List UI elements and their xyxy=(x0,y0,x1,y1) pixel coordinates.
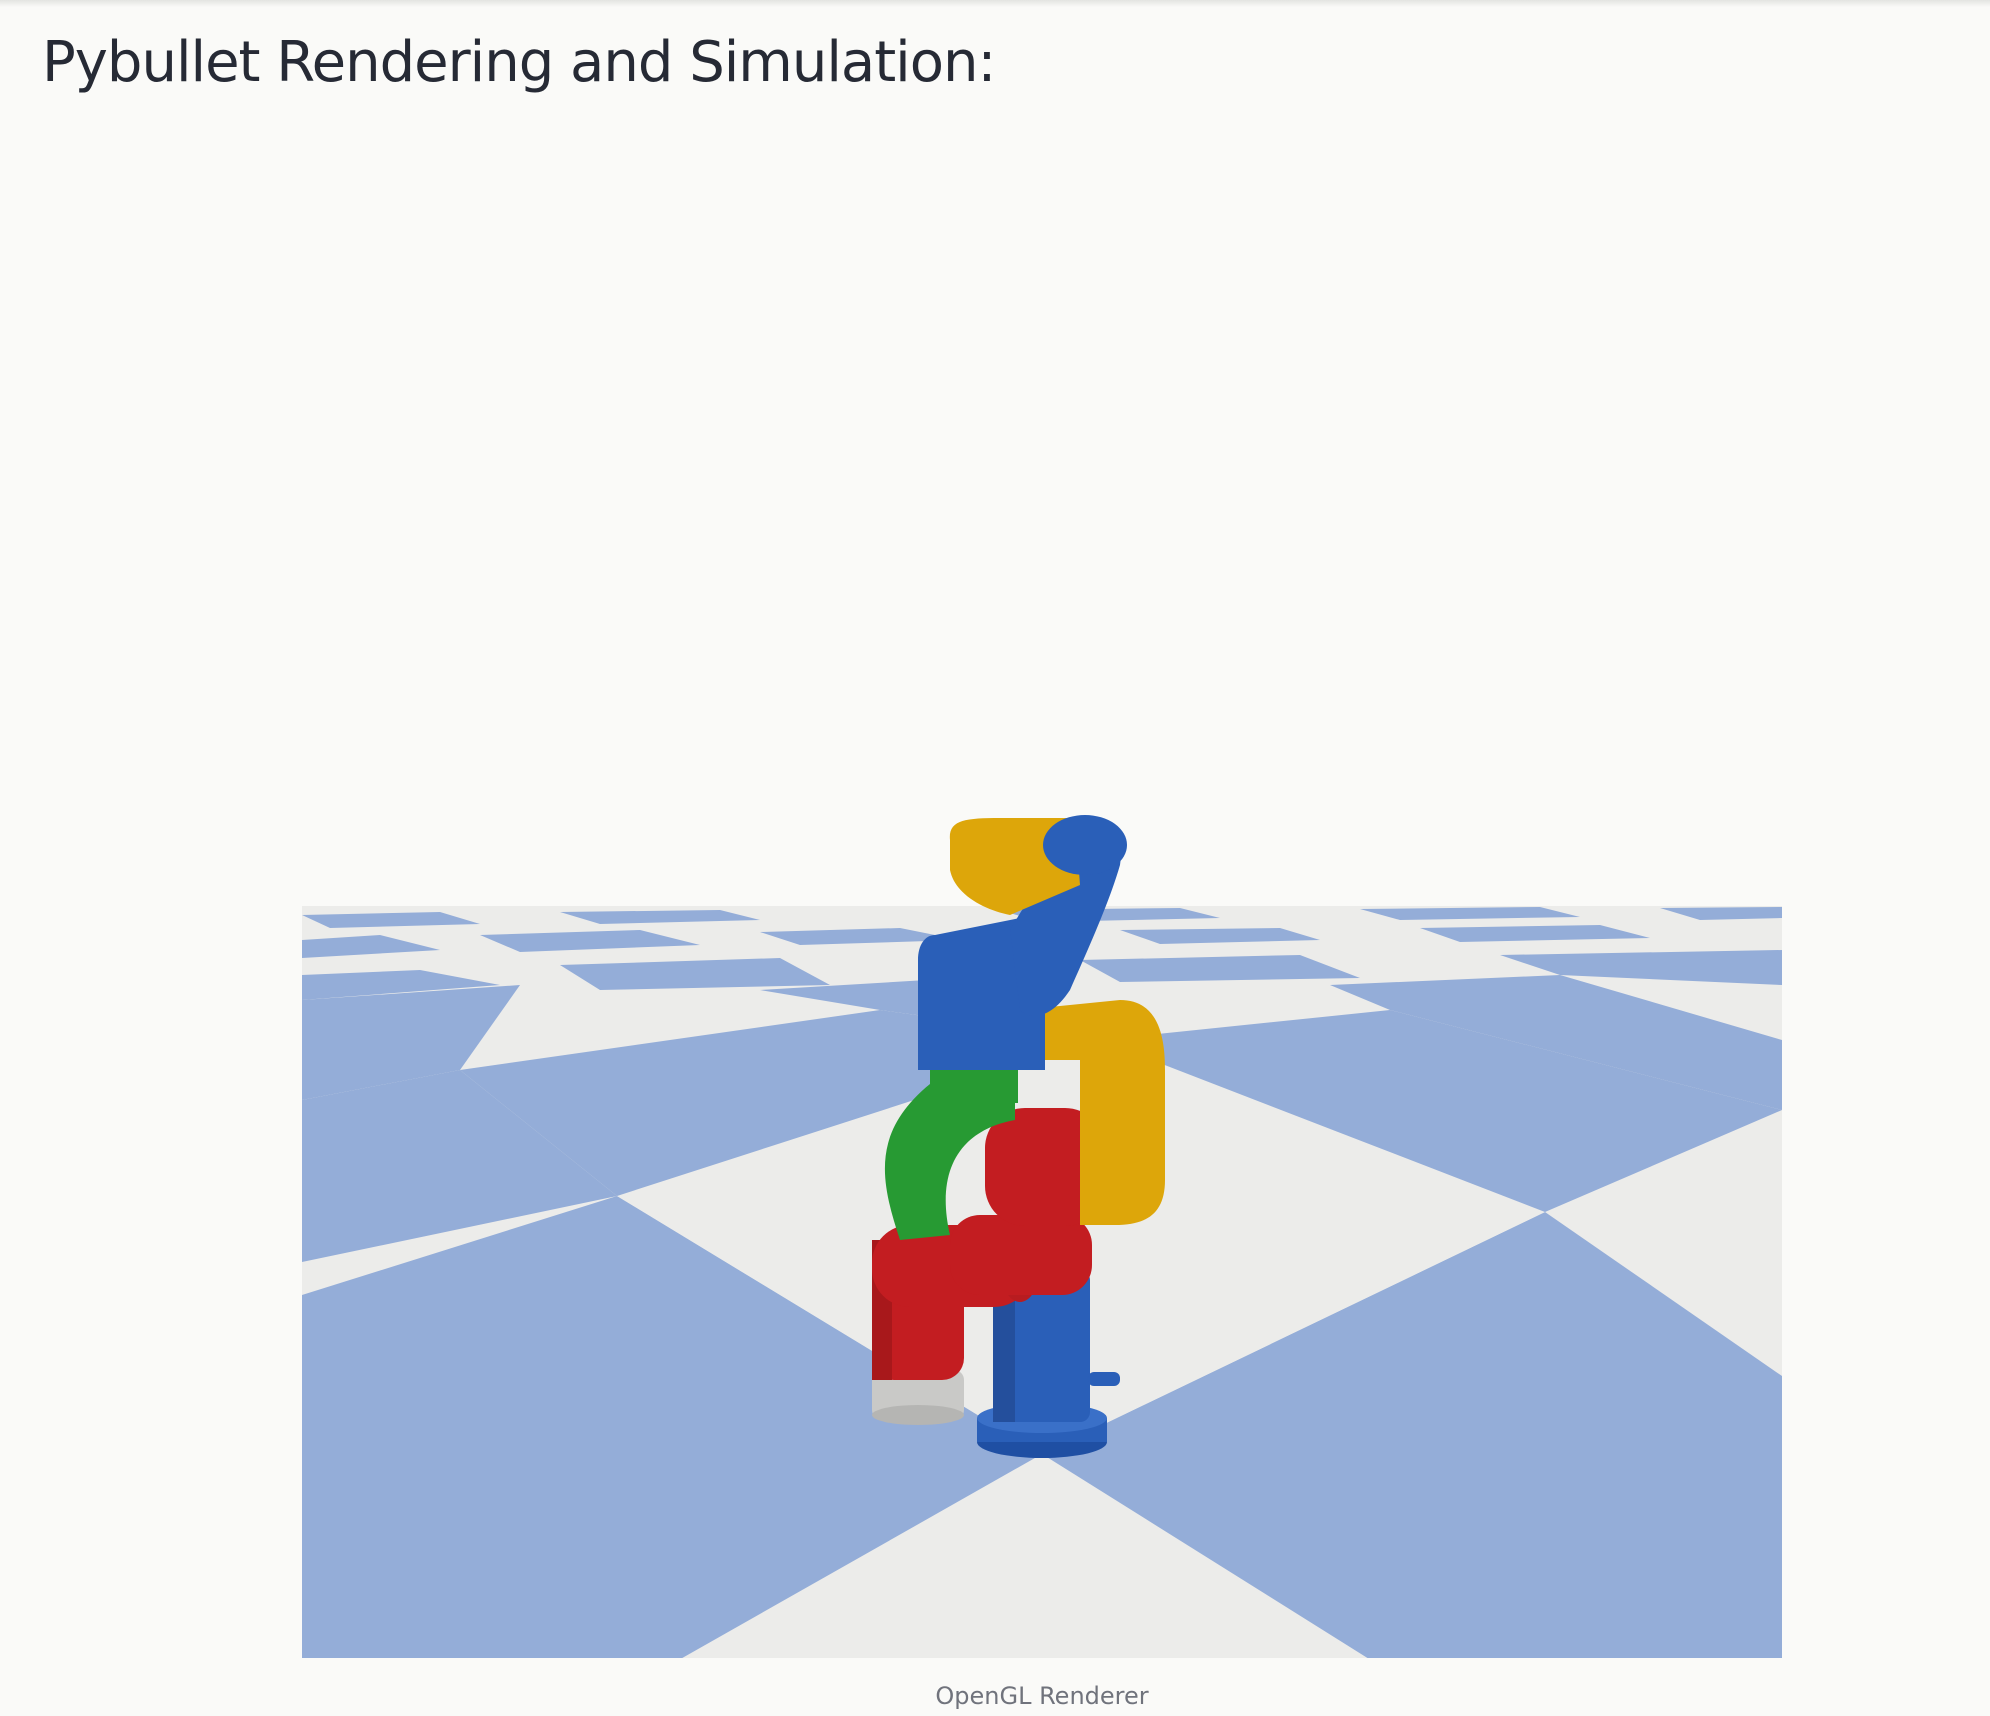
simulation-viewport xyxy=(302,800,1782,1658)
renderer-caption: OpenGL Renderer xyxy=(935,1682,1149,1710)
top-border xyxy=(0,0,1990,7)
page-title: Pybullet Rendering and Simulation: xyxy=(42,30,996,95)
